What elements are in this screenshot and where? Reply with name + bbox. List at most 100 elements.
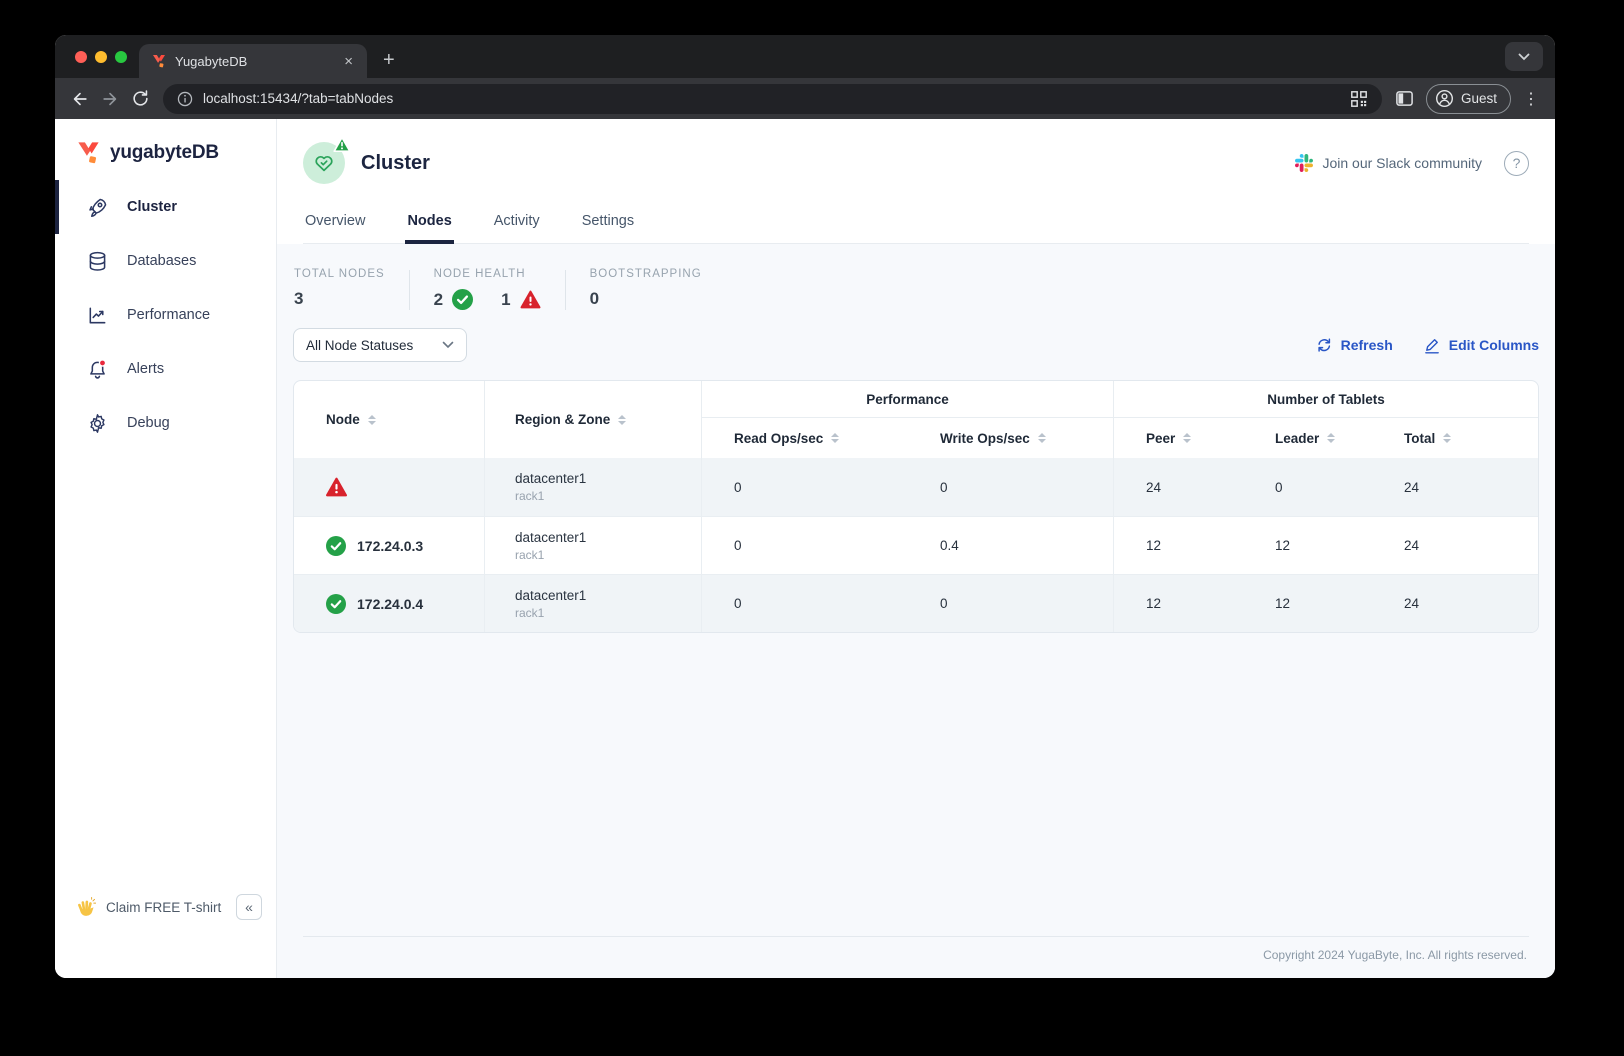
healthy-count: 2 xyxy=(434,290,443,310)
forward-arrow-icon xyxy=(100,89,120,109)
refresh-button[interactable]: Refresh xyxy=(1315,336,1393,354)
column-header-write-ops[interactable]: Write Ops/sec xyxy=(908,418,1114,458)
sidebar-item-label: Cluster xyxy=(127,199,177,215)
node-status-filter-value: All Node Statuses xyxy=(306,338,413,353)
sort-icon[interactable] xyxy=(1443,433,1451,443)
column-header-region[interactable]: Region & Zone xyxy=(485,381,702,458)
pencil-icon xyxy=(1423,336,1441,354)
cluster-warning-badge-icon xyxy=(333,136,351,158)
total-tablets-value: 24 xyxy=(1372,517,1538,574)
column-header-total[interactable]: Total xyxy=(1372,418,1538,458)
new-tab-button[interactable]: + xyxy=(383,50,395,70)
column-header-node[interactable]: Node xyxy=(294,381,485,458)
back-arrow-icon xyxy=(70,89,90,109)
sidebar-item-debug[interactable]: Debug xyxy=(55,396,276,450)
stats-row: TOTAL NODES 3 NODE HEALTH 2 1 xyxy=(293,268,1539,310)
sort-icon[interactable] xyxy=(618,415,626,425)
column-header-leader[interactable]: Leader xyxy=(1243,418,1372,458)
yugabytedb-logo[interactable]: yugabyteDB xyxy=(55,119,276,180)
alerts-badge-dot xyxy=(99,359,105,365)
tab-overview[interactable]: Overview xyxy=(303,203,367,243)
yugabytedb-favicon xyxy=(151,53,167,69)
sort-icon[interactable] xyxy=(831,433,839,443)
warning-triangle-icon xyxy=(326,477,347,497)
sort-icon[interactable] xyxy=(1038,433,1046,443)
url-text: localhost:15434/?tab=tabNodes xyxy=(203,91,1340,106)
edit-columns-button[interactable]: Edit Columns xyxy=(1423,336,1539,354)
sidebar-item-label: Debug xyxy=(127,415,170,431)
sort-icon[interactable] xyxy=(1327,433,1335,443)
sidebar-item-alerts[interactable]: Alerts xyxy=(55,342,276,396)
sidebar-item-databases[interactable]: Databases xyxy=(55,234,276,288)
tab-close-icon[interactable]: × xyxy=(340,52,357,71)
column-label: Read Ops/sec xyxy=(734,431,823,446)
address-bar[interactable]: localhost:15434/?tab=tabNodes xyxy=(163,84,1382,114)
sidebar-item-label: Performance xyxy=(127,307,210,323)
cluster-health-avatar xyxy=(303,142,345,184)
site-info-icon[interactable] xyxy=(177,91,193,107)
app-frame: yugabyteDB Cluster Databases xyxy=(55,119,1555,978)
node-status-filter-select[interactable]: All Node Statuses xyxy=(293,328,467,362)
tab-settings[interactable]: Settings xyxy=(580,203,636,243)
peer-tablets-value: 24 xyxy=(1114,458,1243,516)
filter-row: All Node Statuses Refresh Edit Columns xyxy=(293,328,1539,362)
chevron-down-icon xyxy=(442,341,454,349)
back-button[interactable] xyxy=(65,84,95,114)
tab-activity[interactable]: Activity xyxy=(492,203,542,243)
sidebar-item-label: Databases xyxy=(127,253,196,269)
sort-icon[interactable] xyxy=(1183,433,1191,443)
warning-count: 1 xyxy=(501,290,510,310)
column-header-peer[interactable]: Peer xyxy=(1114,418,1243,458)
sidebar-item-cluster[interactable]: Cluster xyxy=(55,180,276,234)
table-row[interactable]: 172.24.0.3 datacenter1 rack1 0 0.4 12 12… xyxy=(294,516,1538,574)
sort-icon[interactable] xyxy=(368,415,376,425)
group-label: Number of Tablets xyxy=(1267,392,1385,407)
claim-tshirt-link[interactable]: Claim FREE T-shirt xyxy=(106,900,226,915)
tab-nodes[interactable]: Nodes xyxy=(405,203,453,243)
column-label: Node xyxy=(326,412,360,427)
side-panel-icon xyxy=(1395,89,1414,108)
browser-menu-button[interactable]: ⋮ xyxy=(1517,89,1545,109)
nodes-content: TOTAL NODES 3 NODE HEALTH 2 1 xyxy=(277,244,1555,978)
cluster-tabs: Overview Nodes Activity Settings xyxy=(303,203,1529,244)
read-ops-value: 0 xyxy=(702,575,908,632)
profile-chip[interactable]: Guest xyxy=(1426,84,1511,114)
healthy-check-icon xyxy=(452,289,473,310)
slack-community-link[interactable]: Join our Slack community xyxy=(1295,154,1482,172)
read-ops-value: 0 xyxy=(702,458,908,516)
group-label: Performance xyxy=(866,392,949,407)
divider xyxy=(409,270,410,310)
peer-tablets-value: 12 xyxy=(1114,517,1243,574)
tab-search-button[interactable] xyxy=(1505,42,1543,71)
qr-code-icon[interactable] xyxy=(1350,90,1368,108)
sidebar-footer: Claim FREE T-shirt « xyxy=(55,894,276,978)
collapse-sidebar-button[interactable]: « xyxy=(236,894,262,920)
write-ops-value: 0 xyxy=(908,575,1114,632)
table-row[interactable]: datacenter1 rack1 0 0 24 0 24 xyxy=(294,458,1538,516)
column-label: Peer xyxy=(1146,431,1175,446)
group-header-tablets: Number of Tablets xyxy=(1114,381,1538,418)
minimize-window-button[interactable] xyxy=(95,51,107,63)
forward-button[interactable] xyxy=(95,84,125,114)
browser-toolbar: localhost:15434/?tab=tabNodes Guest ⋮ xyxy=(55,78,1555,119)
help-button[interactable]: ? xyxy=(1504,151,1529,176)
logo-text: yugabyteDB xyxy=(110,142,219,164)
browser-tab[interactable]: YugabyteDB × xyxy=(139,44,367,78)
divider xyxy=(565,270,566,310)
database-icon xyxy=(85,249,109,273)
refresh-label: Refresh xyxy=(1341,337,1393,353)
yugabytedb-logo-icon xyxy=(75,139,102,166)
zoom-window-button[interactable] xyxy=(115,51,127,63)
waving-hand-icon xyxy=(75,897,96,918)
region-name: datacenter1 xyxy=(515,588,586,603)
sidebar-item-performance[interactable]: Performance xyxy=(55,288,276,342)
column-header-read-ops[interactable]: Read Ops/sec xyxy=(702,418,908,458)
close-window-button[interactable] xyxy=(75,51,87,63)
stat-label: TOTAL NODES xyxy=(294,268,385,280)
reload-button[interactable] xyxy=(125,84,155,114)
table-row[interactable]: 172.24.0.4 datacenter1 rack1 0 0 12 12 2… xyxy=(294,574,1538,632)
side-panel-button[interactable] xyxy=(1390,84,1420,114)
main-area: Cluster Join our Slack community ? Overv… xyxy=(277,119,1555,978)
warning-triangle-icon xyxy=(520,290,541,309)
rocket-icon xyxy=(85,195,109,219)
